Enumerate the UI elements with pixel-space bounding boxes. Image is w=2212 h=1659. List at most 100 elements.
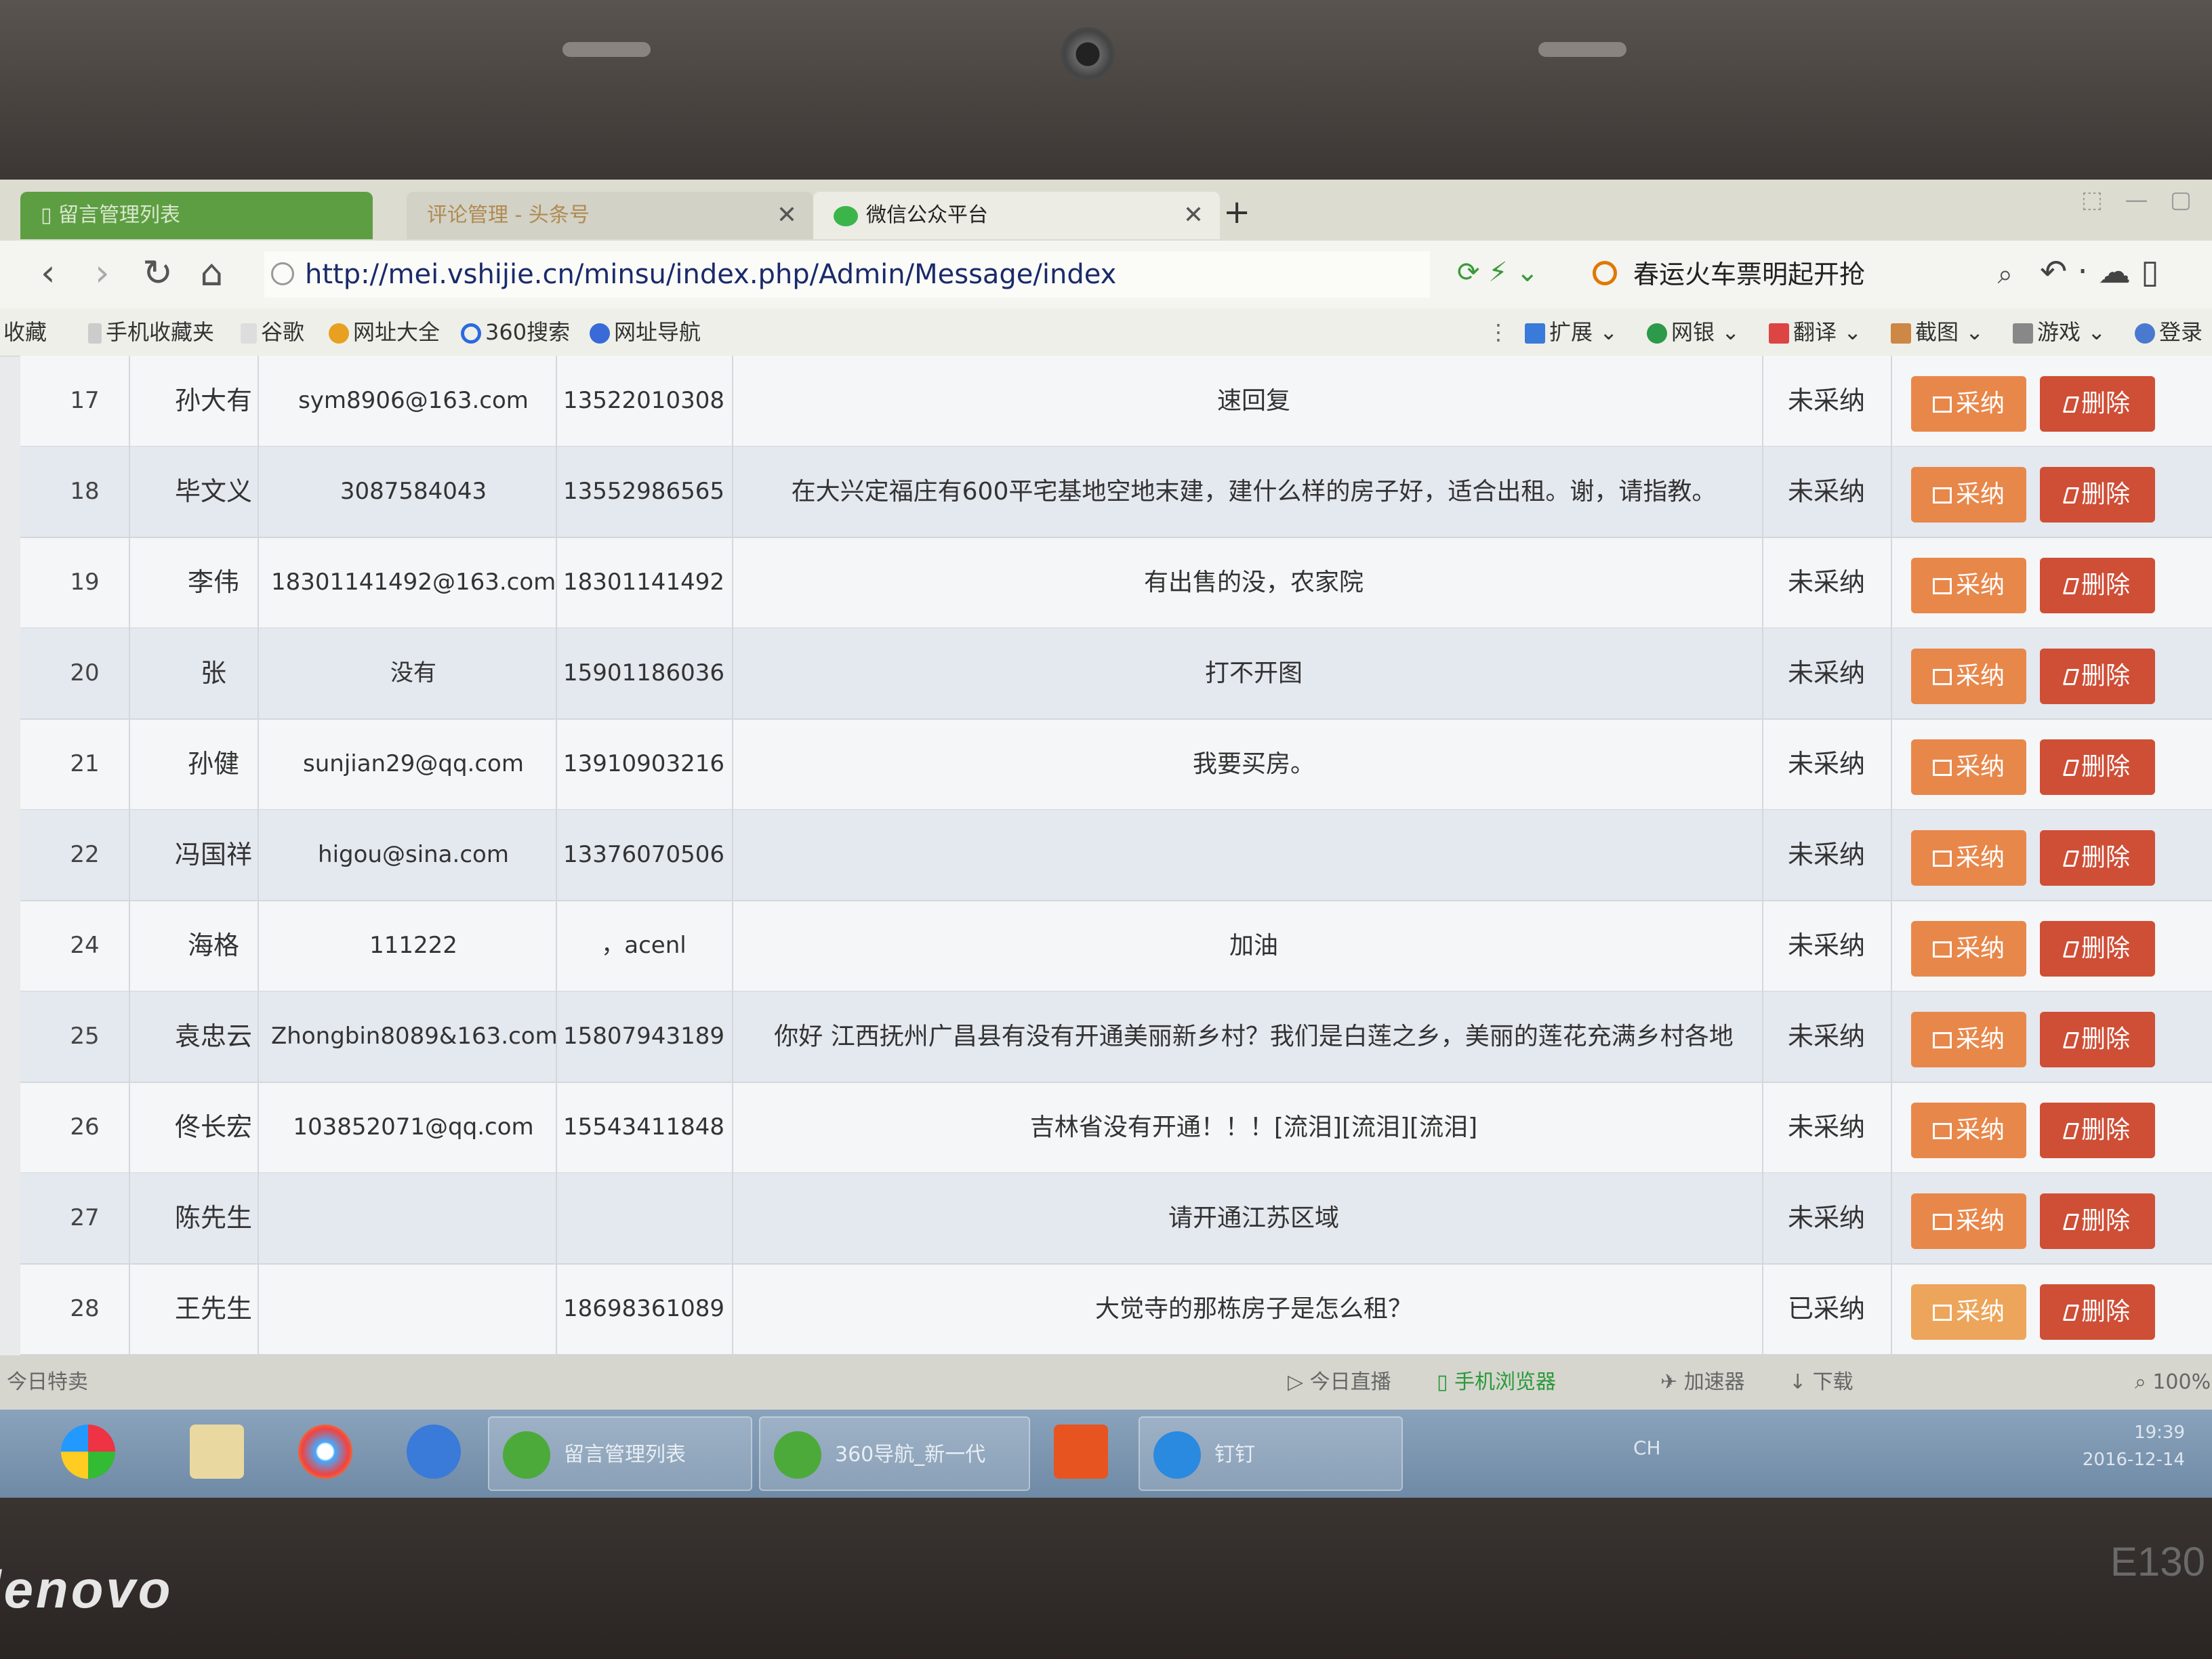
more-icon[interactable]: ⋮ xyxy=(1488,308,1509,356)
delete-button[interactable]: 删除 xyxy=(2040,1284,2155,1340)
column-divider xyxy=(258,356,259,1355)
bookmark-hao123[interactable]: 网址大全 xyxy=(329,308,440,356)
adopt-button[interactable]: 采纳 xyxy=(1911,1012,2026,1067)
system-clock[interactable]: 19:39 2016-12-14 xyxy=(2083,1419,2185,1473)
adopt-button[interactable]: 采纳 xyxy=(1911,1193,2026,1249)
gamepad-icon xyxy=(2013,323,2033,344)
table-row: 27 陈先生 请开通江苏区域 未采纳 采纳 删除 xyxy=(20,1173,2212,1265)
delete-button[interactable]: 删除 xyxy=(2040,830,2155,886)
status-download[interactable]: ↓ 下载 xyxy=(1789,1355,1853,1410)
delete-button[interactable]: 删除 xyxy=(2040,1103,2155,1158)
close-tab-icon[interactable]: ✕ xyxy=(1183,192,1204,239)
translate-button[interactable]: 翻译 ⌄ xyxy=(1769,308,1862,356)
delete-button[interactable]: 删除 xyxy=(2040,739,2155,795)
screenshot-button[interactable]: 截图 ⌄ xyxy=(1891,308,1984,356)
window-controls[interactable]: ⬚ — ▢ xyxy=(2081,186,2192,213)
message-table: 17 孙大有 sym8906@163.com 13522010308 速回复 未… xyxy=(20,356,2212,1355)
start-icon[interactable] xyxy=(61,1425,115,1479)
calendar-icon xyxy=(1932,487,1952,504)
taskbar-item-360nav[interactable]: 360导航_新一代 xyxy=(759,1416,1030,1491)
tab-wechat-platform[interactable]: 微信公众平台 ✕ xyxy=(813,192,1220,239)
back-icon[interactable]: ‹ xyxy=(41,253,56,293)
delete-button[interactable]: 删除 xyxy=(2040,921,2155,977)
delete-button[interactable]: 删除 xyxy=(2040,1012,2155,1067)
adopt-button[interactable]: 采纳 xyxy=(1911,649,2026,704)
adopt-button[interactable]: 采纳 xyxy=(1911,467,2026,523)
laptop-bezel-top xyxy=(0,0,2212,183)
bookmark-google[interactable]: 谷歌 xyxy=(241,308,304,356)
table-row: 21 孙健 sunjian29@qq.com 13910903216 我要买房。… xyxy=(20,719,2212,811)
chrome-icon[interactable] xyxy=(298,1425,352,1479)
model-label: E130 xyxy=(2110,1539,2205,1584)
bookmark-nav[interactable]: 网址导航 xyxy=(590,308,701,356)
adopt-button[interactable]: 采纳 xyxy=(1911,376,2026,432)
delete-button[interactable]: 删除 xyxy=(2040,467,2155,523)
globe-icon xyxy=(271,262,294,285)
adopt-button[interactable]: 采纳 xyxy=(1911,739,2026,795)
speed-mode-icon[interactable]: ⟳ ⚡ ⌄ xyxy=(1457,257,1539,288)
bookmark-mobile[interactable]: 手机收藏夹 xyxy=(88,308,214,356)
wechat-icon xyxy=(834,205,858,226)
table-row: 28 王先生 18698361089 大觉寺的那栋房子是怎么租？ 已采纳 采纳 … xyxy=(20,1264,2212,1355)
close-tab-icon[interactable]: ✕ xyxy=(777,192,797,239)
tab-message-list[interactable]: ▯ 留言管理列表 xyxy=(20,192,373,239)
table-row: 24 海格 111222 ，acenl 加油 未采纳 采纳 删除 xyxy=(20,901,2212,992)
delete-button[interactable]: 删除 xyxy=(2040,1193,2155,1249)
taskbar: 留言管理列表 360导航_新一代 钉钉 CH 19:39 2016-12-14 xyxy=(0,1410,2212,1498)
delete-button[interactable]: 删除 xyxy=(2040,558,2155,613)
adopt-button[interactable]: 采纳 xyxy=(1911,830,2026,886)
trash-icon xyxy=(2062,1305,2080,1321)
adopt-button[interactable]: 采纳 xyxy=(1911,1103,2026,1158)
search-icon[interactable]: ⌕ xyxy=(1998,251,2013,298)
sogou-icon[interactable] xyxy=(407,1425,461,1479)
reload-icon[interactable]: ↻ xyxy=(142,253,173,293)
toolbar-icons[interactable]: ↶ · ☁ ▯ xyxy=(2040,253,2159,291)
calendar-icon xyxy=(1932,1214,1952,1230)
bank-button[interactable]: 网银 ⌄ xyxy=(1647,308,1740,356)
taskbar-item-dingtalk[interactable]: 钉钉 xyxy=(1139,1416,1403,1491)
status-live[interactable]: ▷ 今日直播 xyxy=(1288,1355,1391,1410)
shield-icon xyxy=(1647,323,1667,344)
screen: ▯ 留言管理列表 评论管理 - 头条号 ✕ 微信公众平台 ✕ + ⬚ — ▢ ‹… xyxy=(0,180,2212,1498)
dingtalk-icon xyxy=(1153,1431,1201,1479)
table-row: 18 毕文义 3087584043 13552986565 在大兴定福庄有600… xyxy=(20,447,2212,538)
folder-icon[interactable] xyxy=(190,1425,244,1479)
bookmark-360search[interactable]: 360搜索 xyxy=(461,308,570,356)
delete-button[interactable]: 删除 xyxy=(2040,649,2155,704)
adopt-button[interactable]: 采纳 xyxy=(1911,558,2026,613)
home-icon[interactable]: ⌂ xyxy=(200,253,223,293)
login-button[interactable]: 登录 xyxy=(2135,308,2203,356)
tab-comment-manage[interactable]: 评论管理 - 头条号 ✕ xyxy=(407,192,813,239)
ext-button[interactable]: 扩展 ⌄ xyxy=(1525,308,1618,356)
grid-icon xyxy=(1525,323,1545,344)
ime-indicator[interactable]: CH xyxy=(1633,1437,1661,1459)
url-field[interactable]: http://mei.vshijie.cn/minsu/index.php/Ad… xyxy=(264,251,1430,298)
bookmark-favorites[interactable]: 收藏 xyxy=(3,308,47,356)
taskbar-item-message-list[interactable]: 留言管理列表 xyxy=(488,1416,752,1491)
user-icon xyxy=(2135,323,2155,344)
status-accelerator[interactable]: ✈ 加速器 xyxy=(1660,1355,1745,1410)
scissors-icon xyxy=(1891,323,1911,344)
delete-button[interactable]: 删除 xyxy=(2040,376,2155,432)
status-zoom[interactable]: ⌕ 100% xyxy=(2135,1355,2211,1410)
site-icon xyxy=(329,323,349,344)
calendar-icon xyxy=(1932,578,1952,594)
status-deals[interactable]: 今日特卖 xyxy=(7,1355,88,1410)
status-mobile-browser[interactable]: ▯ 手机浏览器 xyxy=(1437,1355,1556,1410)
trash-icon xyxy=(2062,1123,2080,1139)
page-icon xyxy=(241,323,257,344)
column-divider xyxy=(129,356,130,1355)
games-button[interactable]: 游戏 ⌄ xyxy=(2013,308,2106,356)
search-field[interactable]: 春运火车票明起开抢 ⌕ xyxy=(1586,251,2020,298)
bezel-clip-right xyxy=(1538,42,1626,57)
table-row: 19 李伟 18301141492@163.com 18301141492 有出… xyxy=(20,537,2212,629)
adopt-button[interactable]: 采纳 xyxy=(1911,921,2026,977)
webcam-icon xyxy=(1061,27,1115,81)
forward-icon[interactable]: › xyxy=(95,253,110,293)
table-row: 17 孙大有 sym8906@163.com 13522010308 速回复 未… xyxy=(20,356,2212,447)
phone-icon xyxy=(88,323,102,344)
adopt-button[interactable]: 采纳 xyxy=(1911,1284,2026,1340)
bezel-clip-left xyxy=(562,42,651,57)
taobao-icon[interactable] xyxy=(1054,1425,1108,1479)
new-tab-button[interactable]: + xyxy=(1223,193,1250,231)
